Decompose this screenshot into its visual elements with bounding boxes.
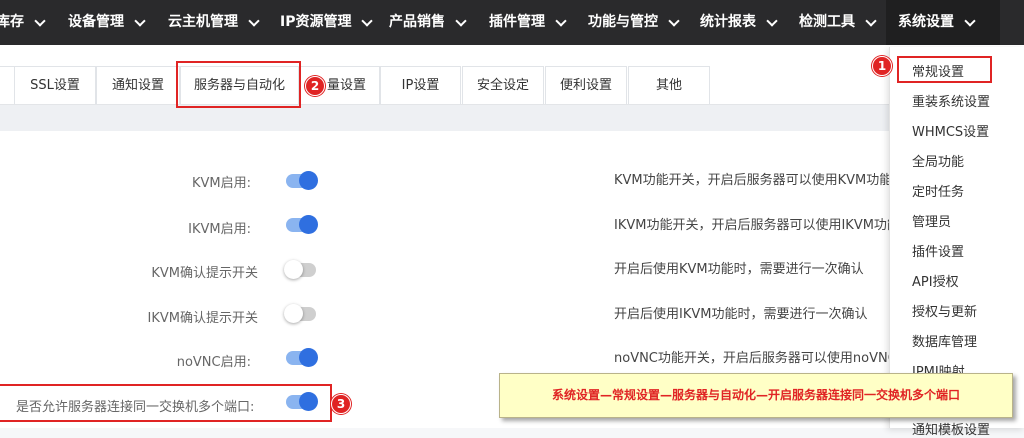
tab-ip-settings[interactable]: IP设置 — [380, 66, 461, 105]
highlight-box-menu-item — [897, 56, 992, 83]
setting-label-ikvm: IKVM启用: — [188, 222, 251, 237]
tab-security[interactable]: 安全设定 — [462, 66, 544, 105]
setting-desc-kvm: KVM功能开关，开启后服务器可以使用KVM功能 — [614, 173, 893, 188]
toggle-knob — [284, 260, 303, 279]
nav-item-product-sales[interactable]: 产品销售 — [389, 0, 467, 45]
toggle-knob — [299, 215, 318, 234]
tab-ssl[interactable]: SSL设置 — [14, 66, 96, 105]
menu-item-administrators[interactable]: 管理员 — [912, 211, 951, 230]
setting-label-kvm: KVM启用: — [191, 176, 251, 191]
nav-item-features-control[interactable]: 功能与管控 — [588, 0, 680, 45]
menu-item-license-updates[interactable]: 授权与更新 — [912, 301, 977, 320]
top-nav: 库存 设备管理 云主机管理 IP资源管理 产品销售 插件管理 功能与管控 统计报… — [0, 0, 1024, 45]
menu-item-global-features[interactable]: 全局功能 — [912, 151, 964, 170]
nav-item-plugins[interactable]: 插件管理 — [489, 0, 567, 45]
nav-item-tools[interactable]: 检测工具 — [799, 0, 877, 45]
chevron-down-icon — [964, 14, 976, 27]
setting-desc-ikvm-confirm: 开启后使用IKVM功能时，需要进行一次确认 — [614, 307, 868, 322]
setting-desc-novnc: noVNC功能开关，开启后服务器可以使用noVNC功能 — [614, 351, 894, 366]
toggle-kvm-confirm[interactable] — [284, 260, 316, 279]
toggle-knob — [299, 171, 318, 190]
chevron-down-icon — [555, 14, 567, 27]
system-settings-dropdown: 常规设置 重装系统设置 WHMCS设置 全局功能 定时任务 管理员 插件设置 A… — [889, 47, 1024, 438]
highlight-box-tab — [176, 61, 301, 108]
chevron-down-icon — [455, 14, 467, 27]
menu-item-notification-templates[interactable]: 通知模板设置 — [912, 419, 990, 438]
nav-item-statistics[interactable]: 统计报表 — [700, 0, 778, 45]
toggle-knob — [284, 304, 303, 323]
setting-label-novnc: noVNC启用: — [176, 355, 251, 370]
menu-item-database-management[interactable]: 数据库管理 — [912, 331, 977, 350]
chevron-down-icon — [248, 14, 260, 27]
step-marker-3: 3 — [331, 394, 351, 414]
setting-label-kvm-confirm: KVM确认提示开关 — [151, 266, 258, 281]
menu-item-reinstall-settings[interactable]: 重装系统设置 — [912, 91, 990, 110]
tab-other[interactable]: 其他 — [628, 66, 710, 105]
setting-label-ikvm-confirm: IKVM确认提示开关 — [147, 311, 258, 326]
tab-convenience[interactable]: 便利设置 — [545, 66, 627, 105]
tab-notification[interactable]: 通知设置 — [96, 66, 180, 105]
toggle-knob — [299, 348, 318, 367]
toggle-kvm[interactable] — [286, 171, 318, 190]
toggle-novnc[interactable] — [286, 348, 318, 367]
section-header-strip — [0, 105, 1024, 131]
highlight-box-setting — [0, 384, 332, 422]
setting-desc-kvm-confirm: 开启后使用KVM功能时，需要进行一次确认 — [614, 262, 864, 277]
menu-item-whmcs-settings[interactable]: WHMCS设置 — [912, 121, 989, 140]
nav-item-system-settings[interactable]: 系统设置 — [886, 0, 1000, 45]
chevron-down-icon — [361, 14, 374, 27]
chevron-down-icon — [766, 14, 778, 27]
chevron-down-icon — [668, 14, 680, 27]
chevron-down-icon — [34, 14, 46, 27]
step-marker-1: 1 — [872, 56, 892, 76]
menu-item-api-authorization[interactable]: API授权 — [912, 271, 959, 290]
instruction-banner: 系统设置—常规设置—服务器与自动化—开启服务器连接同一交换机多个端口 — [499, 373, 1013, 418]
chevron-down-icon — [134, 14, 146, 27]
toggle-ikvm[interactable] — [286, 215, 318, 234]
step-marker-2: 2 — [305, 76, 325, 96]
setting-desc-ikvm: IKVM功能开关，开启后服务器可以使用IKVM功能 — [614, 218, 894, 233]
menu-item-plugin-settings[interactable]: 插件设置 — [912, 241, 964, 260]
chevron-down-icon — [865, 14, 877, 27]
nav-item-cloud-host[interactable]: 云主机管理 — [168, 0, 260, 45]
nav-item-device-management[interactable]: 设备管理 — [68, 0, 146, 45]
toggle-ikvm-confirm[interactable] — [284, 304, 316, 323]
nav-item-inventory[interactable]: 库存 — [0, 0, 46, 45]
menu-item-scheduled-tasks[interactable]: 定时任务 — [912, 181, 964, 200]
nav-item-ip-resources[interactable]: IP资源管理 — [280, 0, 374, 45]
